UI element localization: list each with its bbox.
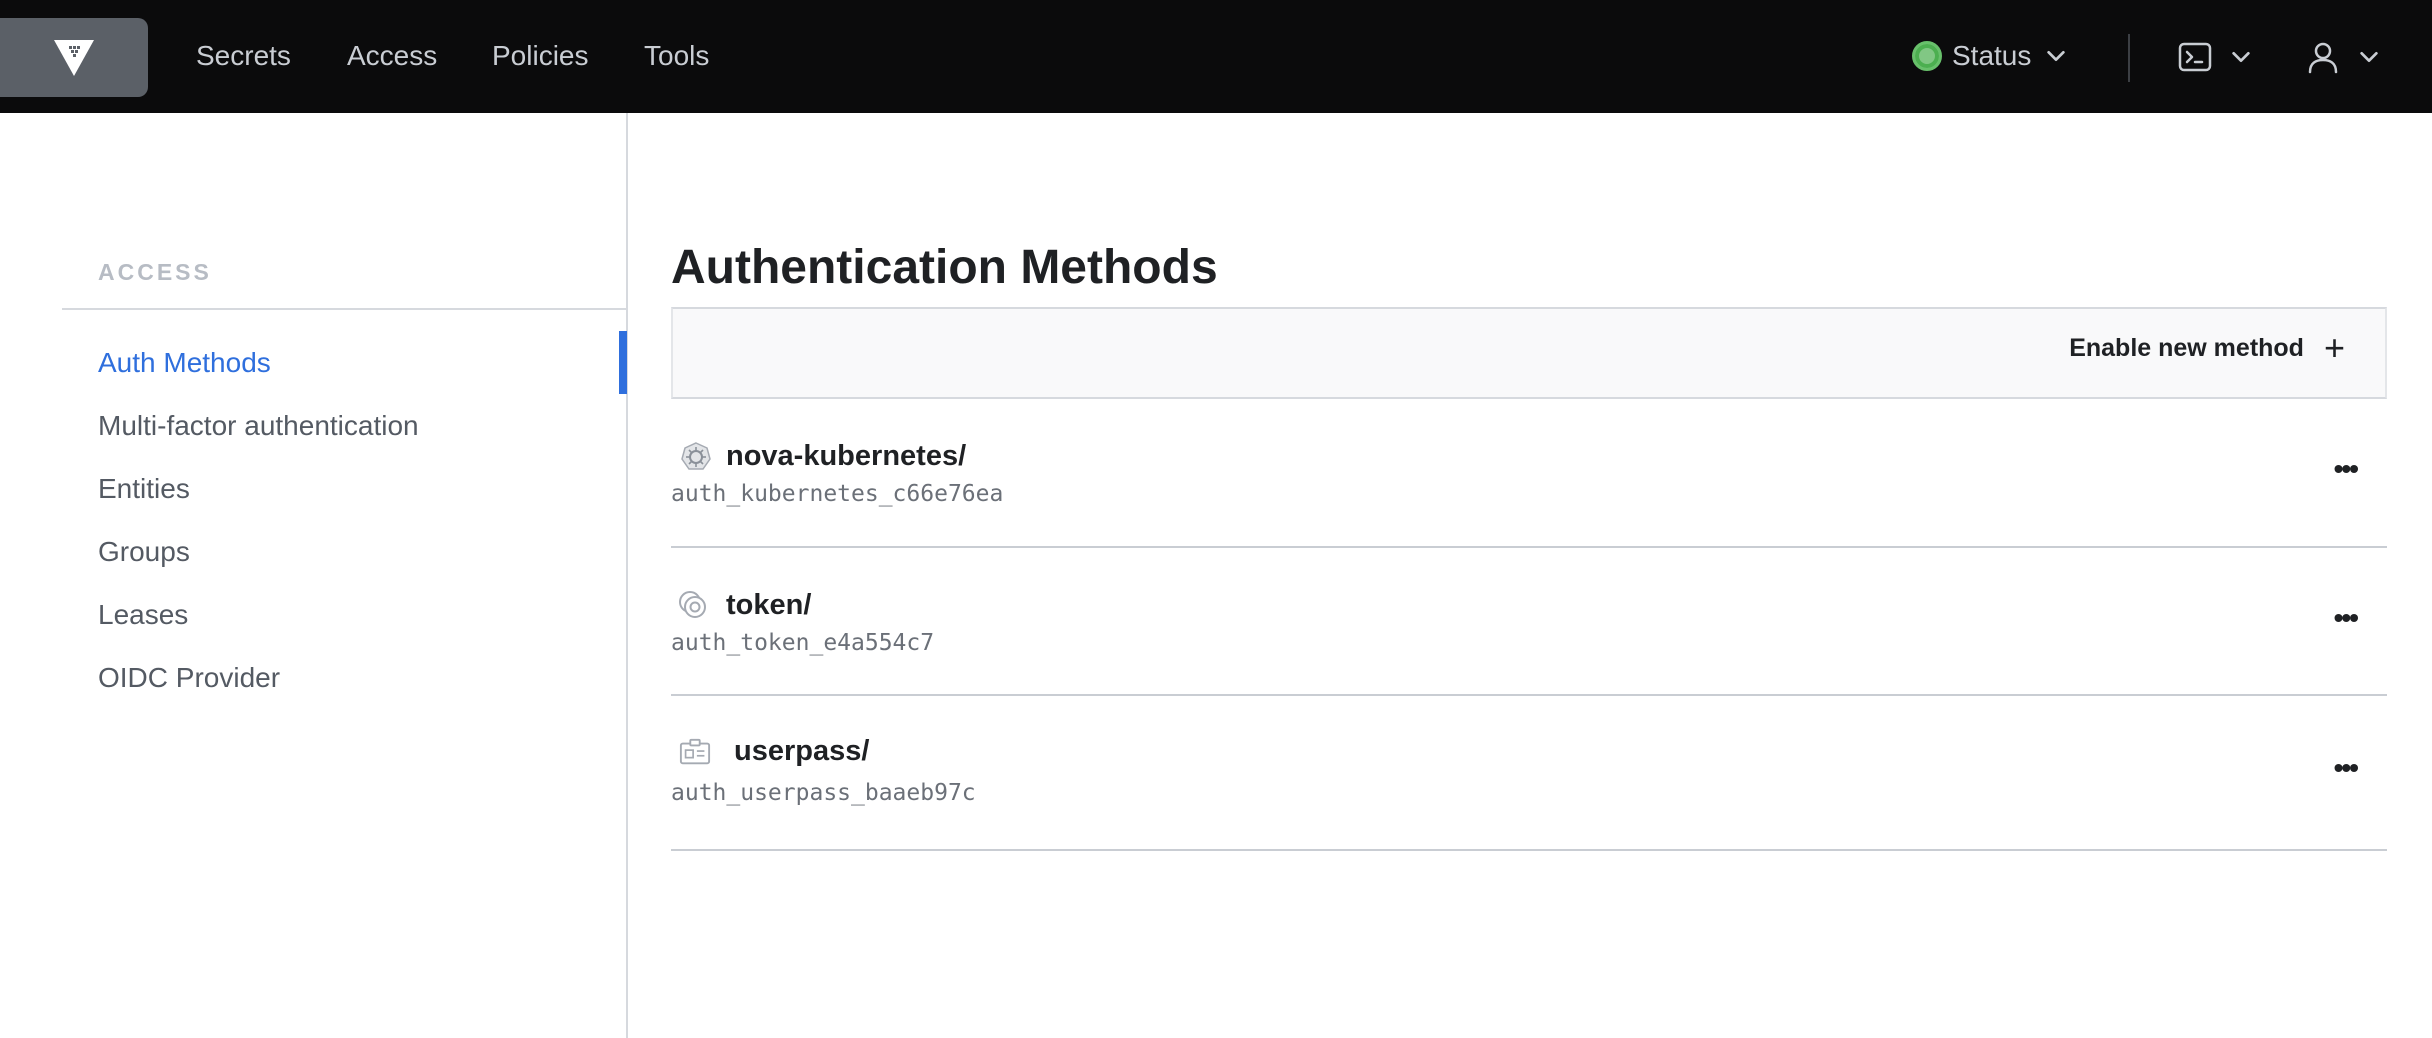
auth-method-accessor: auth_kubernetes_c66e76ea bbox=[671, 481, 1004, 507]
enable-new-method-button[interactable]: Enable new method + bbox=[2069, 327, 2345, 368]
user-menu[interactable] bbox=[2306, 40, 2380, 74]
sidebar: ACCESS Auth Methods Multi-factor authent… bbox=[0, 113, 628, 1038]
sidebar-item-groups[interactable]: Groups bbox=[98, 532, 190, 572]
row-actions-menu[interactable]: ••• bbox=[2334, 752, 2359, 784]
chevron-down-icon bbox=[2047, 50, 2066, 62]
status-label: Status bbox=[1952, 40, 2032, 71]
sidebar-item-leases[interactable]: Leases bbox=[98, 595, 188, 635]
vault-logo-icon-svg bbox=[54, 39, 94, 76]
sidebar-item-mfa[interactable]: Multi-factor authentication bbox=[98, 406, 419, 446]
auth-method-row[interactable]: userpass/ auth_userpass_baaeb97c ••• bbox=[671, 696, 2387, 851]
userpass-icon bbox=[679, 738, 711, 765]
auth-method-row[interactable]: nova-kubernetes/ auth_kubernetes_c66e76e… bbox=[671, 399, 2387, 548]
auth-method-name[interactable]: userpass/ bbox=[734, 731, 869, 771]
console-menu[interactable] bbox=[2178, 40, 2252, 74]
token-icon bbox=[679, 591, 706, 618]
chevron-down-icon bbox=[2360, 51, 2378, 63]
kubernetes-icon bbox=[681, 442, 711, 470]
sidebar-divider bbox=[62, 308, 628, 310]
sidebar-item-oidc-provider[interactable]: OIDC Provider bbox=[98, 658, 280, 698]
top-navigation: Secrets Access Policies Tools Status bbox=[0, 0, 2432, 113]
console-icon bbox=[2178, 42, 2212, 72]
nav-tools[interactable]: Tools bbox=[644, 34, 709, 78]
sidebar-item-entities[interactable]: Entities bbox=[98, 469, 190, 509]
nav-access[interactable]: Access bbox=[347, 34, 437, 78]
nav-secrets[interactable]: Secrets bbox=[196, 34, 291, 78]
sidebar-heading: ACCESS bbox=[98, 259, 212, 285]
sidebar-active-indicator bbox=[619, 331, 627, 394]
status-dot-icon bbox=[1912, 41, 1942, 71]
chevron-down-icon bbox=[2232, 51, 2250, 63]
plus-icon: + bbox=[2323, 327, 2345, 368]
vault-logo-icon[interactable] bbox=[0, 18, 148, 97]
enable-new-method-label: Enable new method bbox=[2069, 333, 2304, 362]
auth-method-name[interactable]: token/ bbox=[726, 585, 811, 625]
auth-method-accessor: auth_token_e4a554c7 bbox=[671, 630, 935, 656]
page-title: Authentication Methods bbox=[671, 241, 1218, 294]
sidebar-item-auth-methods[interactable]: Auth Methods bbox=[98, 343, 271, 383]
user-icon bbox=[2308, 42, 2338, 74]
row-actions-menu[interactable]: ••• bbox=[2334, 602, 2359, 634]
auth-method-name[interactable]: nova-kubernetes/ bbox=[726, 436, 966, 476]
auth-method-accessor: auth_userpass_baaeb97c bbox=[671, 780, 976, 806]
status-menu[interactable]: Status bbox=[1912, 34, 2067, 78]
header-divider bbox=[2128, 34, 2130, 82]
auth-method-row[interactable]: token/ auth_token_e4a554c7 ••• bbox=[671, 548, 2387, 696]
toolbar: Enable new method + bbox=[671, 307, 2387, 399]
nav-policies[interactable]: Policies bbox=[492, 34, 588, 78]
row-actions-menu[interactable]: ••• bbox=[2334, 453, 2359, 485]
